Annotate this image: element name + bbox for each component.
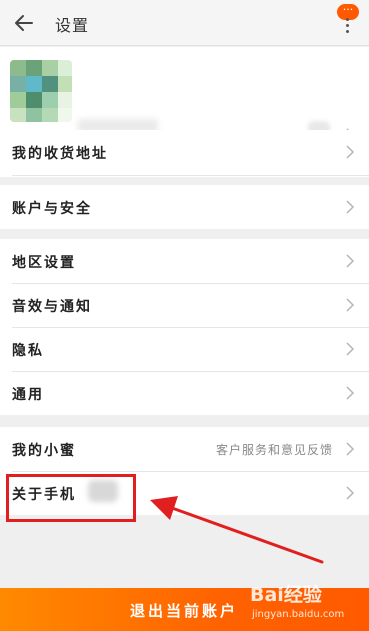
watermark-url: jingyan.baidu.com: [252, 609, 345, 620]
avatar-pixel: [10, 108, 26, 122]
settings-group-address: 我的收货地址: [0, 130, 369, 174]
chevron-right-icon: [346, 200, 355, 214]
watermark-logo: Bai经验: [250, 584, 322, 606]
more-vertical-icon: [346, 18, 350, 34]
avatar-pixel: [58, 60, 72, 76]
row-label: 账户与安全: [12, 201, 92, 217]
row-sound-notifications[interactable]: 音效与通知: [0, 283, 369, 327]
row-privacy[interactable]: 隐私: [0, 327, 369, 371]
avatar-pixel: [10, 76, 26, 92]
row-account-security[interactable]: 账户与安全: [0, 185, 369, 229]
avatar-pixel: [58, 108, 72, 122]
chevron-right-icon: [346, 442, 355, 456]
row-label: 我的小蜜: [12, 443, 76, 459]
row-label: 音效与通知: [12, 299, 92, 315]
page-title: 设置: [55, 16, 90, 35]
avatar-pixel: [10, 92, 26, 108]
avatar-pixel: [58, 76, 72, 92]
avatar-pixel: [42, 60, 58, 76]
row-label: 通用: [12, 387, 44, 403]
back-arrow-icon[interactable]: [10, 9, 38, 37]
chevron-right-icon: [346, 342, 355, 356]
chevron-right-icon: [346, 145, 355, 159]
chevron-right-icon: [346, 298, 355, 312]
chevron-right-icon: [346, 386, 355, 400]
settings-group-general: 地区设置 音效与通知 隐私 通用: [0, 239, 369, 415]
avatar-pixel: [10, 60, 26, 76]
avatar-pixel: [42, 92, 58, 108]
row-subtitle: 客户服务和意见反馈: [215, 443, 333, 457]
avatar-pixel: [26, 108, 42, 122]
avatar-pixel: [26, 76, 42, 92]
settings-group-account: 账户与安全: [0, 185, 369, 229]
row-general[interactable]: 通用: [0, 371, 369, 415]
divider: [12, 175, 369, 176]
logout-label: 退出当前账户: [130, 602, 239, 620]
avatar-pixel: [58, 92, 72, 108]
row-label: 我的收货地址: [12, 146, 108, 162]
avatar-pixel: [26, 92, 42, 108]
baidu-jingyan-watermark: Bai经验 jingyan.baidu.com: [250, 578, 368, 628]
annotation-highlight-box: [6, 474, 136, 522]
avatar-pixel: [26, 60, 42, 76]
avatar-pixel: [42, 108, 58, 122]
avatar-pixel: [42, 76, 58, 92]
row-label: 地区设置: [12, 255, 76, 271]
row-region-settings[interactable]: 地区设置: [0, 239, 369, 283]
annotation-arrow-icon: [150, 496, 324, 564]
chevron-right-icon: [346, 254, 355, 268]
row-assistant[interactable]: 我的小蜜 客户服务和意见反馈: [0, 427, 369, 471]
row-shipping-address[interactable]: 我的收货地址: [0, 130, 369, 174]
top-bar: 设置 ···: [0, 0, 369, 46]
row-label: 隐私: [12, 343, 44, 359]
more-menu-button[interactable]: ···: [337, 4, 363, 34]
avatar: [10, 60, 72, 122]
chevron-right-icon: [346, 486, 355, 500]
